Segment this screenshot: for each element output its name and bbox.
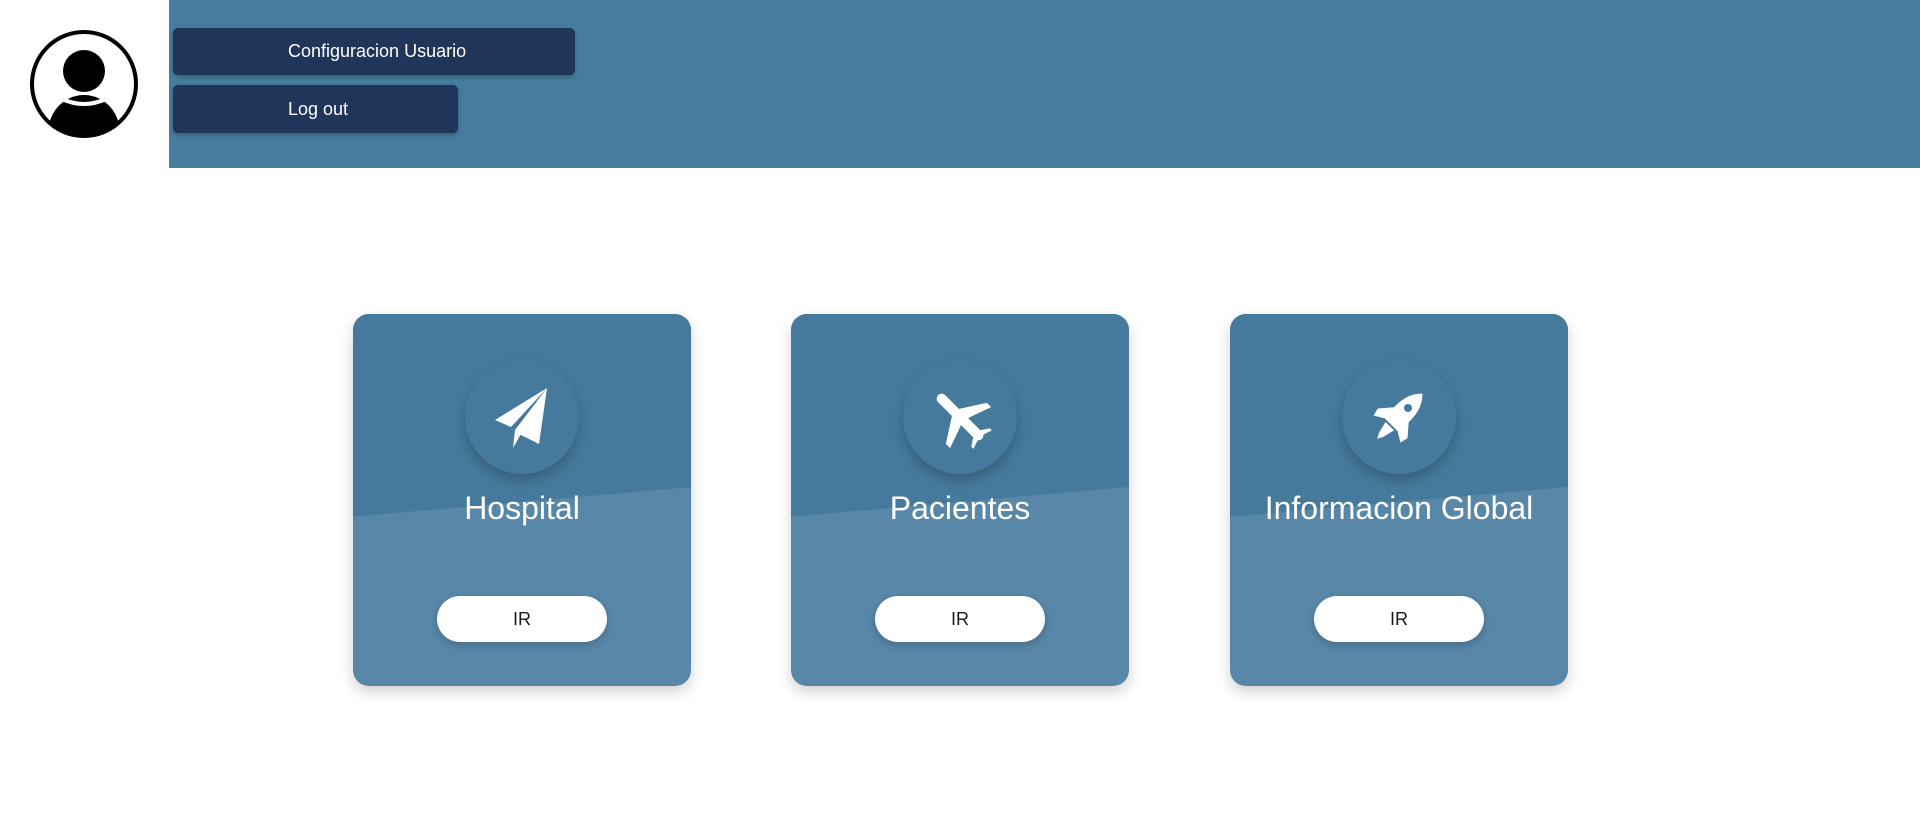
card-icon-circle <box>465 360 579 474</box>
top-header-bar: Configuracion Usuario Log out <box>169 0 1920 168</box>
ir-button-pacientes[interactable]: IR <box>875 596 1045 642</box>
rocket-icon <box>1373 393 1423 443</box>
paper-plane-icon <box>495 388 547 448</box>
card-pacientes: Pacientes IR <box>791 314 1129 686</box>
logout-button[interactable]: Log out <box>173 85 458 133</box>
card-hospital: Hospital IR <box>353 314 691 686</box>
configuracion-usuario-button[interactable]: Configuracion Usuario <box>173 28 575 75</box>
airplane-icon <box>936 393 992 449</box>
user-avatar-icon[interactable] <box>29 29 139 139</box>
ir-button-hospital[interactable]: IR <box>437 596 607 642</box>
card-title: Pacientes <box>889 490 1031 526</box>
ir-button-informacion-global[interactable]: IR <box>1314 596 1484 642</box>
card-title: Hospital <box>464 490 580 526</box>
avatar-area <box>0 0 169 168</box>
card-icon-circle <box>1342 360 1456 474</box>
card-icon-circle <box>903 360 1017 474</box>
card-informacion-global: Informacion Global IR <box>1230 314 1568 686</box>
card-title: Informacion Global <box>1264 490 1534 526</box>
